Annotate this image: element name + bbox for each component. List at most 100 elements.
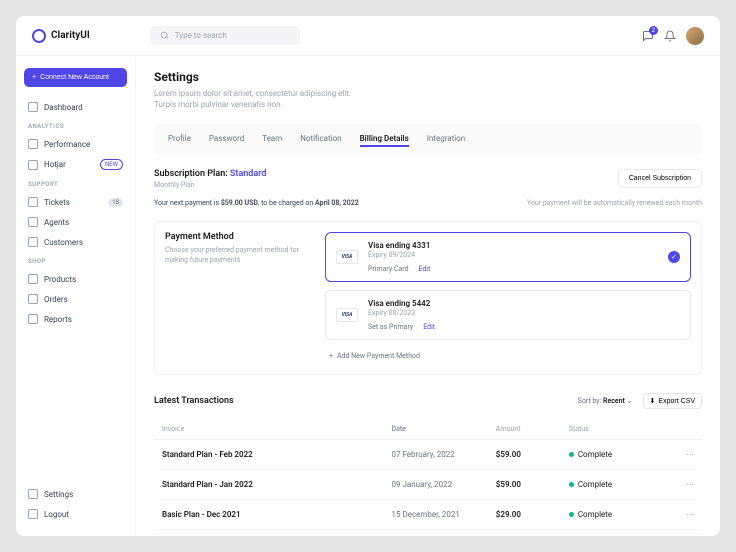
renewal-note: Your payment will be automatically renew… [527,199,702,207]
sort-by-dropdown[interactable]: Sort by: Recent ⌄ [578,397,633,405]
visa-icon: VISA [336,250,358,264]
page-title: Settings [154,70,702,84]
next-payment-info: Your next payment is $59.00 USD, to be c… [154,199,359,207]
bell-icon [664,30,676,42]
status-dot-icon [569,482,574,487]
payment-card[interactable]: VISA Visa ending 5442 Expiry 08/2023 Set… [325,290,691,340]
tab-profile[interactable]: Profile [168,132,191,147]
payment-method-desc: Choose your preferred payment method for… [165,246,305,266]
table-row: Basic Plan - Nov 2021 14 November, 2021 … [154,530,702,536]
notification-badge: 2 [649,26,658,35]
row-actions-button[interactable]: ⋯ [663,510,694,519]
sidebar-item-products[interactable]: Products [24,269,127,289]
status-cell: Complete [569,480,663,489]
date-cell: 07 February, 2022 [391,450,495,459]
notifications-button[interactable] [664,30,676,42]
export-csv-button[interactable]: ⬇ Export CSV [643,393,702,409]
check-icon: ✓ [668,251,680,263]
plus-icon: + [329,352,333,360]
edit-card-button[interactable]: Edit [419,265,431,273]
new-badge: NEW [100,159,123,170]
search-icon [160,31,169,40]
logo[interactable]: ClarityUI [32,29,90,43]
download-icon: ⬇ [650,397,656,405]
sidebar: + Connect New Account Dashboard ANALYTIC… [16,56,136,536]
brand-name: ClarityUI [51,30,90,41]
main-content: Settings Lorem ipsum dolor sit amet, con… [136,56,720,536]
connect-account-button[interactable]: + Connect New Account [24,68,127,87]
status-dot-icon [569,452,574,457]
edit-card-button[interactable]: Edit [423,323,435,331]
reports-icon [28,314,38,324]
set-primary-button[interactable]: Set as Primary [368,323,413,331]
tab-password[interactable]: Password [209,132,244,147]
tab-integration[interactable]: Integration [427,132,465,147]
transactions-title: Latest Transactions [154,396,234,406]
orders-icon [28,294,38,304]
section-analytics: ANALYTICS [24,117,127,134]
invoice-cell: Standard Plan - Jan 2022 [162,480,391,489]
date-cell: 09 January, 2022 [391,480,495,489]
tab-notification[interactable]: Notification [300,132,341,147]
dashboard-icon [28,102,38,112]
avatar[interactable] [686,27,704,45]
status-dot-icon [569,512,574,517]
subscription-plan: Subscription Plan: Standard [154,169,266,179]
payment-method-title: Payment Method [165,232,305,242]
payment-card[interactable]: VISA Visa ending 4331 Expiry 09/2024 Pri… [325,232,691,282]
page-subtitle: Lorem ipsum dolor sit amet, consectetur … [154,88,374,110]
invoice-cell: Standard Plan - Feb 2022 [162,450,391,459]
sidebar-item-hotjar[interactable]: Hotjar NEW [24,154,127,175]
logo-icon [32,29,46,43]
agents-icon [28,217,38,227]
customers-icon [28,237,38,247]
sidebar-item-customers[interactable]: Customers [24,232,127,252]
status-cell: Complete [569,450,663,459]
logout-icon [28,509,38,519]
chevron-down-icon: ⌄ [627,397,633,405]
hotjar-icon [28,160,38,170]
search-input[interactable]: Type to search [150,26,300,45]
date-cell: 15 December, 2021 [391,510,495,519]
products-icon [28,274,38,284]
sidebar-item-agents[interactable]: Agents [24,212,127,232]
section-support: SUPPORT [24,175,127,192]
search-placeholder: Type to search [175,31,227,40]
card-expiry: Expiry 09/2024 [368,251,658,259]
sidebar-item-tickets[interactable]: Tickets 18 [24,192,127,212]
plus-icon: + [32,74,36,81]
sidebar-item-logout[interactable]: Logout [24,504,127,524]
section-shop: SHOP [24,252,127,269]
card-expiry: Expiry 08/2023 [368,309,680,317]
invoice-cell: Basic Plan - Dec 2021 [162,510,391,519]
amount-cell: $59.00 [496,450,569,459]
transactions-table: Invoice Date Amount Status Standard Plan… [154,419,702,536]
status-cell: Complete [569,510,663,519]
subscription-period: Monthly Plan [154,181,266,189]
messages-button[interactable]: 2 [642,30,654,42]
visa-icon: VISA [336,308,358,322]
gear-icon [28,489,38,499]
table-row: Standard Plan - Jan 2022 09 January, 202… [154,470,702,500]
sidebar-item-performance[interactable]: Performance [24,134,127,154]
card-name: Visa ending 5442 [368,299,680,308]
performance-icon [28,139,38,149]
tab-billing-details[interactable]: Billing Details [360,132,409,147]
table-row: Standard Plan - Feb 2022 07 February, 20… [154,440,702,470]
cancel-subscription-button[interactable]: Cancel Subscription [618,169,702,188]
count-badge: 18 [108,198,123,207]
row-actions-button[interactable]: ⋯ [663,450,694,459]
sidebar-item-settings[interactable]: Settings [24,484,127,504]
primary-card-label: Primary Card [368,265,409,273]
sidebar-item-orders[interactable]: Orders [24,289,127,309]
topbar: ClarityUI Type to search 2 [16,16,720,56]
tab-team[interactable]: Team [262,132,282,147]
table-row: Basic Plan - Dec 2021 15 December, 2021 … [154,500,702,530]
add-payment-method-button[interactable]: + Add New Payment Method [325,348,691,364]
tickets-icon [28,197,38,207]
amount-cell: $29.00 [496,510,569,519]
card-name: Visa ending 4331 [368,241,658,250]
sidebar-item-reports[interactable]: Reports [24,309,127,329]
row-actions-button[interactable]: ⋯ [663,480,694,489]
sidebar-item-dashboard[interactable]: Dashboard [24,97,127,117]
